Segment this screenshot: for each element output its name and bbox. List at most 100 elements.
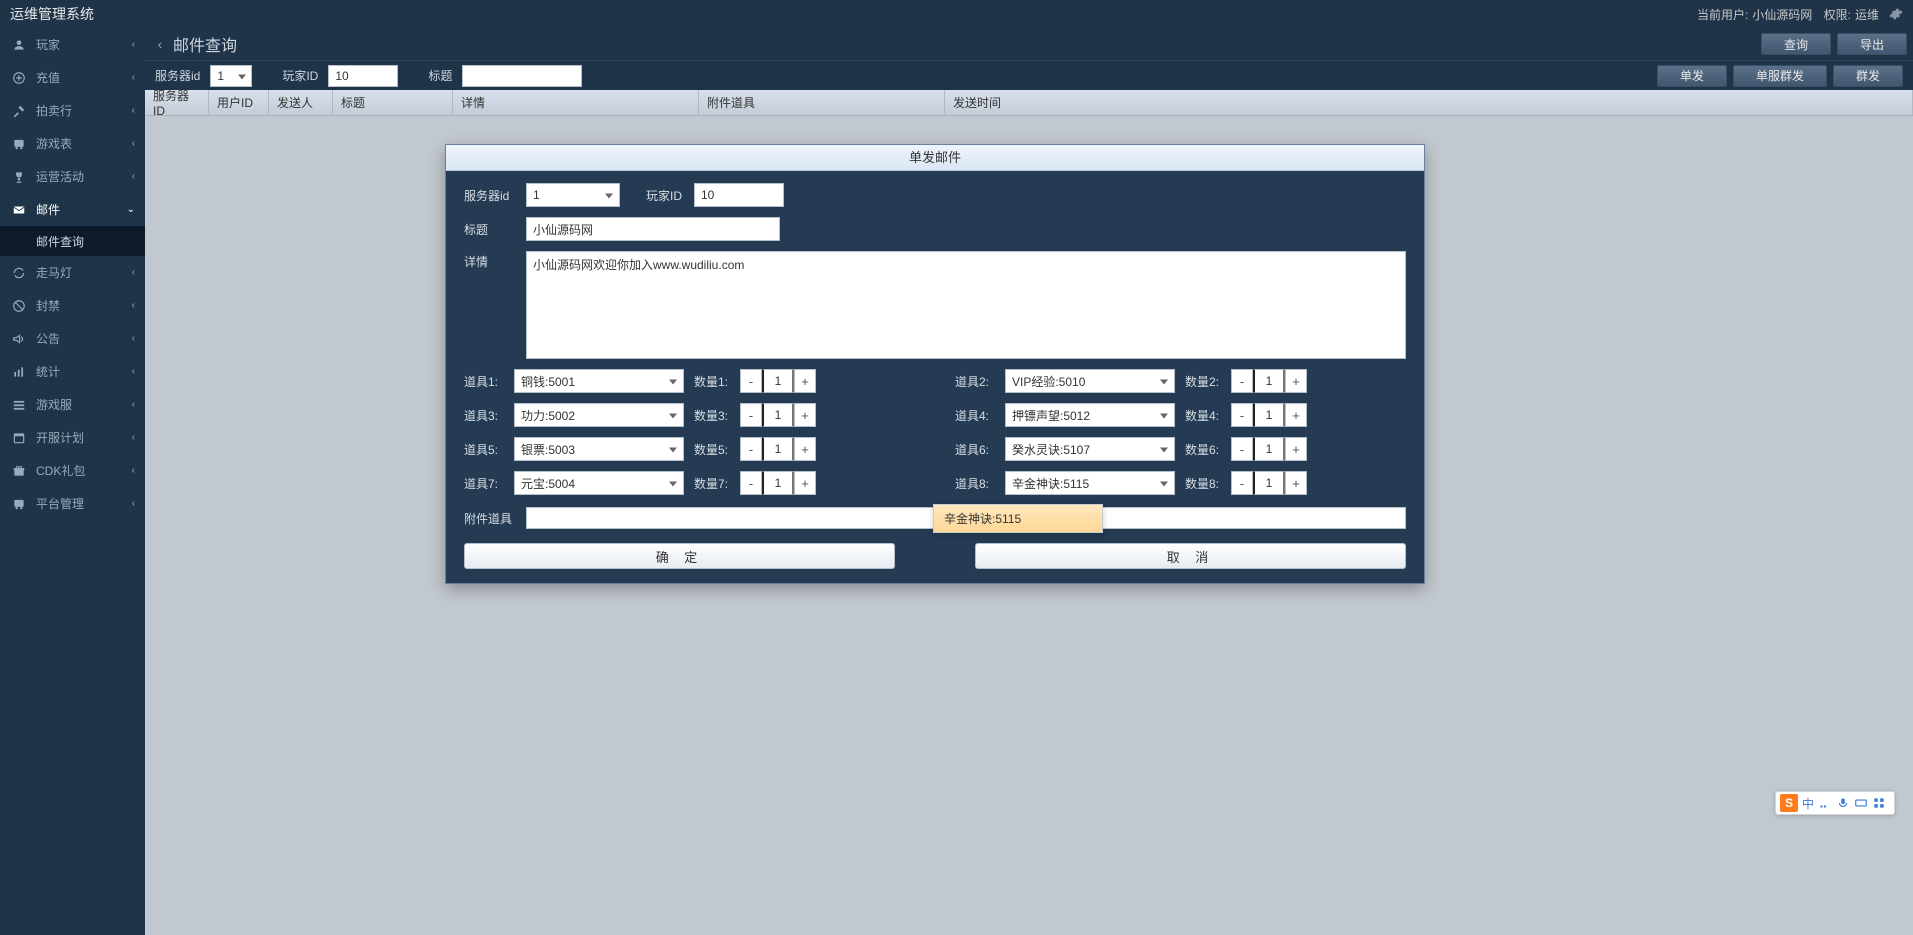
sidebar-item-9[interactable]: 统计‹: [0, 355, 145, 388]
qty-minus[interactable]: -: [1231, 471, 1253, 495]
qty-value[interactable]: [1253, 437, 1285, 461]
sidebar-item-10[interactable]: 游戏服‹: [0, 388, 145, 421]
qty-minus[interactable]: -: [1231, 403, 1253, 427]
qty-minus[interactable]: -: [740, 437, 762, 461]
qty-spinner-3[interactable]: -+: [740, 403, 816, 427]
single-send-button[interactable]: 单发: [1657, 65, 1727, 87]
qty-label: 数量8:: [1185, 475, 1225, 492]
qty-plus[interactable]: +: [1285, 403, 1307, 427]
table-header: 服务器ID 用户ID 发送人 标题 详情 附件道具 发送时间: [145, 90, 1913, 116]
modal-subject-input[interactable]: [526, 217, 780, 241]
mass-send-button[interactable]: 群发: [1833, 65, 1903, 87]
gear-icon[interactable]: [1889, 7, 1903, 21]
item-select-5[interactable]: 银票:5003: [514, 437, 684, 461]
modal-server-select[interactable]: 1: [526, 183, 620, 207]
col-user-id: 用户ID: [209, 90, 269, 115]
user-icon: [10, 38, 28, 52]
sidebar-item-13[interactable]: 平台管理‹: [0, 487, 145, 520]
ime-keyboard-icon[interactable]: [1854, 796, 1868, 810]
filter-server-label: 服务器id: [155, 67, 200, 84]
qty-minus[interactable]: -: [740, 369, 762, 393]
qty-spinner-1[interactable]: -+: [740, 369, 816, 393]
ime-grid-icon[interactable]: [1872, 796, 1886, 810]
sidebar-item-5[interactable]: 邮件⌄: [0, 193, 145, 226]
modal-player-input[interactable]: [694, 183, 784, 207]
qty-spinner-2[interactable]: -+: [1231, 369, 1307, 393]
sidebar-item-8[interactable]: 公告‹: [0, 322, 145, 355]
filter-player-input[interactable]: [328, 65, 398, 87]
qty-minus[interactable]: -: [740, 471, 762, 495]
mail-icon: [10, 203, 28, 217]
qty-plus[interactable]: +: [794, 471, 816, 495]
dropdown-option[interactable]: 辛金神诀:5115: [934, 505, 1102, 532]
horn-icon: [10, 332, 28, 346]
qty-plus[interactable]: +: [1285, 471, 1307, 495]
sidebar-sub-item[interactable]: 邮件查询: [0, 226, 145, 256]
sidebar-item-0[interactable]: 玩家‹: [0, 28, 145, 61]
col-attach: 附件道具: [699, 90, 945, 115]
modal-subject-label: 标题: [464, 221, 526, 238]
qty-plus[interactable]: +: [1285, 437, 1307, 461]
qty-minus[interactable]: -: [1231, 437, 1253, 461]
chevron-icon: ‹: [132, 267, 135, 278]
ime-mic-icon[interactable]: [1836, 796, 1850, 810]
bus-icon: [10, 137, 28, 151]
sidebar-item-4[interactable]: 运营活动‹: [0, 160, 145, 193]
qty-minus[interactable]: -: [740, 403, 762, 427]
sidebar-collapse-icon[interactable]: ‹: [151, 36, 169, 52]
item8-dropdown[interactable]: 辛金神诀:5115: [933, 504, 1103, 533]
sidebar-item-2[interactable]: 拍卖行‹: [0, 94, 145, 127]
qty-value[interactable]: [1253, 369, 1285, 393]
item-select-3[interactable]: 功力:5002: [514, 403, 684, 427]
query-button[interactable]: 查询: [1761, 33, 1831, 55]
qty-value[interactable]: [762, 403, 794, 427]
sidebar-item-11[interactable]: 开服计划‹: [0, 421, 145, 454]
main: ‹ 邮件查询 查询 导出 服务器id 1 玩家ID 标题 单发 单服群发 群发 …: [145, 28, 1913, 935]
modal-server-label: 服务器id: [464, 187, 526, 204]
qty-spinner-8[interactable]: -+: [1231, 471, 1307, 495]
item-select-2[interactable]: VIP经验:5010: [1005, 369, 1175, 393]
item-select-4[interactable]: 押镖声望:5012: [1005, 403, 1175, 427]
qty-value[interactable]: [1253, 403, 1285, 427]
sidebar-item-12[interactable]: CDK礼包‹: [0, 454, 145, 487]
sidebar-item-7[interactable]: 封禁‹: [0, 289, 145, 322]
sidebar-item-1[interactable]: 充值‹: [0, 61, 145, 94]
qty-value[interactable]: [762, 369, 794, 393]
filter-title-input[interactable]: [462, 65, 582, 87]
ime-punct-icon[interactable]: [1818, 796, 1832, 810]
cancel-button[interactable]: 取 消: [975, 543, 1406, 569]
refresh-icon: [10, 266, 28, 280]
qty-value[interactable]: [762, 471, 794, 495]
item-select-7[interactable]: 元宝:5004: [514, 471, 684, 495]
sidebar-item-3[interactable]: 游戏表‹: [0, 127, 145, 160]
modal-detail-textarea[interactable]: [526, 251, 1406, 359]
ime-toolbar[interactable]: S 中: [1775, 791, 1895, 815]
qty-plus[interactable]: +: [1285, 369, 1307, 393]
item-select-1[interactable]: 铜钱:5001: [514, 369, 684, 393]
qty-spinner-4[interactable]: -+: [1231, 403, 1307, 427]
attach-input[interactable]: 辛金神诀:5115: [526, 507, 1406, 529]
filter-server-select[interactable]: 1: [210, 65, 252, 87]
filter-title-label: 标题: [428, 67, 452, 84]
item-select-8[interactable]: 辛金神诀:5115: [1005, 471, 1175, 495]
qty-minus[interactable]: -: [1231, 369, 1253, 393]
ime-logo-icon: S: [1780, 794, 1798, 812]
confirm-button[interactable]: 确 定: [464, 543, 895, 569]
chart-icon: [10, 365, 28, 379]
single-mail-modal: 单发邮件 服务器id 1 玩家ID 标题 详情: [445, 144, 1425, 584]
ime-lang[interactable]: 中: [1802, 795, 1814, 812]
qty-plus[interactable]: +: [794, 403, 816, 427]
export-button[interactable]: 导出: [1837, 33, 1907, 55]
sidebar-item-6[interactable]: 走马灯‹: [0, 256, 145, 289]
item-select-6[interactable]: 癸水灵诀:5107: [1005, 437, 1175, 461]
qty-plus[interactable]: +: [794, 437, 816, 461]
server-mass-button[interactable]: 单服群发: [1733, 65, 1827, 87]
qty-value[interactable]: [762, 437, 794, 461]
qty-spinner-6[interactable]: -+: [1231, 437, 1307, 461]
qty-value[interactable]: [1253, 471, 1285, 495]
qty-spinner-5[interactable]: -+: [740, 437, 816, 461]
sidebar-item-label: 运营活动: [36, 168, 84, 185]
qty-spinner-7[interactable]: -+: [740, 471, 816, 495]
col-subject: 标题: [333, 90, 453, 115]
qty-plus[interactable]: +: [794, 369, 816, 393]
